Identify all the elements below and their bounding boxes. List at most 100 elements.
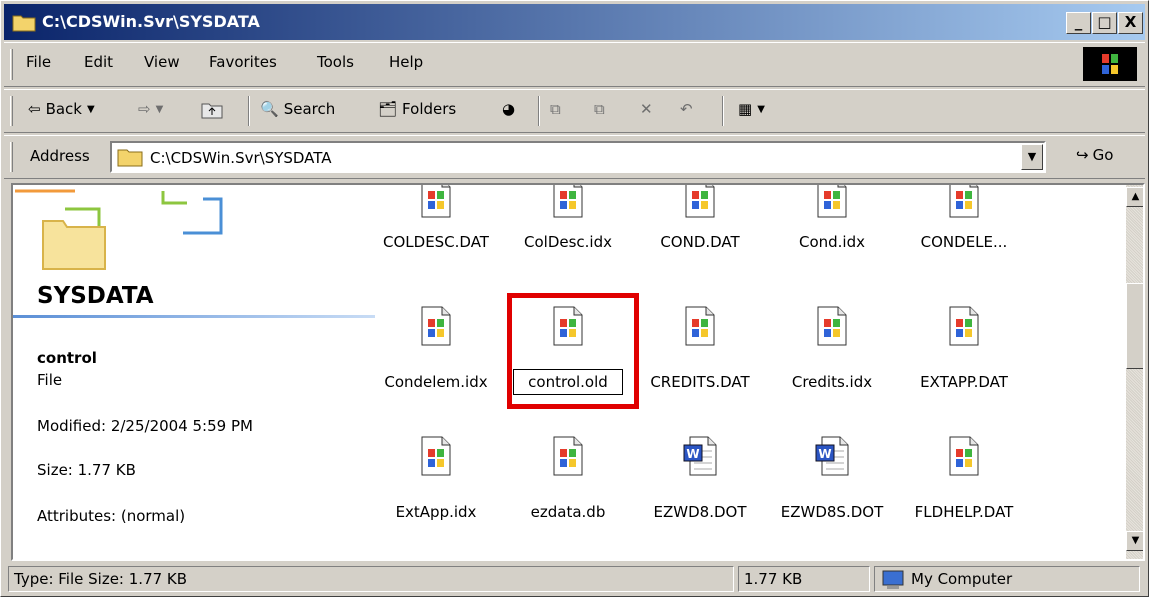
modified-date: Modified: 2/25/2004 5:59 PM — [37, 417, 253, 435]
windows-file-icon — [946, 185, 982, 219]
selected-file-type: File — [37, 371, 63, 389]
go-arrow-icon: ↪ — [1076, 146, 1089, 164]
folders-label: Folders — [402, 100, 457, 118]
toolbar-separator — [722, 96, 724, 126]
status-main: Type: File Size: 1.77 KB — [8, 566, 734, 592]
go-button[interactable]: ↪ Go — [1076, 146, 1113, 164]
zone-label: My Computer — [911, 570, 1013, 588]
address-grip — [10, 142, 13, 172]
file-label: COLDESC.DAT — [383, 233, 489, 251]
copy-to-button[interactable]: ⧉ — [594, 100, 605, 118]
folder-banner-icon — [15, 189, 223, 270]
back-button[interactable]: ⇦ Back ▼ — [28, 100, 95, 118]
up-folder-icon — [201, 103, 223, 119]
go-label: Go — [1092, 146, 1114, 164]
menu-favorites[interactable]: Favorites — [209, 53, 277, 71]
windows-file-icon — [814, 185, 850, 219]
file-item[interactable]: Cond.idx — [765, 185, 899, 285]
window-title: C:\CDSWin.Svr\SYSDATA — [42, 12, 260, 31]
status-bar: Type: File Size: 1.77 KB 1.77 KB My Comp… — [4, 564, 1145, 594]
folders-button[interactable]: 🗂 Folders — [378, 100, 456, 118]
file-item[interactable]: FLDHELP.DAT — [897, 425, 1031, 525]
file-label: Credits.idx — [791, 373, 873, 391]
history-button[interactable]: ◕ — [502, 100, 515, 118]
address-label: Address — [30, 147, 90, 165]
back-arrow-icon: ⇦ — [28, 100, 41, 118]
file-label: COND.DAT — [660, 233, 740, 251]
svg-text:W: W — [686, 447, 699, 461]
file-item[interactable]: W EZWD8S.DOT — [765, 425, 899, 525]
file-size: Size: 1.77 KB — [37, 461, 136, 479]
search-button[interactable]: 🔍 Search — [260, 100, 335, 118]
close-button[interactable]: X — [1118, 12, 1143, 34]
chevron-down-icon: ▼ — [87, 103, 95, 115]
windows-file-icon — [682, 305, 718, 347]
file-item[interactable]: EXTAPP.DAT — [897, 295, 1031, 395]
back-label: Back — [45, 100, 82, 118]
details-pane: SYSDATA control File Modified: 2/25/2004… — [13, 185, 383, 559]
move-to-button[interactable]: ⧉ — [550, 100, 561, 118]
file-item[interactable]: CREDITS.DAT — [633, 295, 767, 395]
file-label: CONDELE... — [920, 233, 1008, 251]
file-item[interactable]: Credits.idx — [765, 295, 899, 395]
menu-file[interactable]: File — [26, 53, 51, 71]
menu-edit[interactable]: Edit — [84, 53, 113, 71]
file-item[interactable]: COLDESC.DAT — [369, 185, 503, 285]
explorer-window: C:\CDSWin.Svr\SYSDATA _ □ X File Edit Vi… — [0, 0, 1149, 597]
file-item[interactable]: ezdata.db — [501, 425, 635, 525]
windows-file-icon — [814, 305, 850, 347]
windows-file-icon — [418, 305, 454, 347]
folders-icon: 🗂 — [378, 100, 398, 118]
up-folder-button[interactable] — [200, 100, 224, 120]
file-item[interactable]: CONDELE... — [897, 185, 1031, 285]
scroll-down-button[interactable]: ▼ — [1126, 531, 1143, 551]
windows-file-icon — [418, 185, 454, 219]
address-bar: Address C:\CDSWin.Svr\SYSDATA ▼ ↪ Go — [4, 135, 1145, 179]
menu-view[interactable]: View — [144, 53, 180, 71]
menu-grip — [10, 49, 13, 80]
menu-tools[interactable]: Tools — [317, 53, 354, 71]
title-underline — [13, 315, 375, 318]
my-computer-icon — [882, 570, 904, 589]
scroll-up-button[interactable]: ▲ — [1126, 187, 1143, 207]
windows-logo-icon — [1083, 47, 1137, 81]
word-document-icon: W — [682, 435, 718, 477]
views-button[interactable]: ▦ ▼ — [738, 100, 765, 118]
file-label: Condelem.idx — [384, 373, 488, 391]
maximize-button[interactable]: □ — [1092, 12, 1117, 34]
folder-icon — [117, 149, 143, 167]
views-icon: ▦ — [738, 100, 753, 118]
forward-button[interactable]: ⇨ ▼ — [138, 100, 163, 118]
file-label: CREDITS.DAT — [650, 373, 750, 391]
address-dropdown-button[interactable]: ▼ — [1021, 144, 1043, 170]
undo-button[interactable]: ↶ — [680, 100, 693, 118]
file-item[interactable]: Condelem.idx — [369, 295, 503, 395]
title-bar[interactable]: C:\CDSWin.Svr\SYSDATA _ □ X — [4, 4, 1145, 40]
delete-button[interactable]: ✕ — [640, 100, 653, 118]
file-label: EXTAPP.DAT — [920, 373, 1008, 391]
svg-text:W: W — [818, 447, 831, 461]
minimize-button[interactable]: _ — [1066, 12, 1091, 34]
file-item[interactable]: ColDesc.idx — [501, 185, 635, 285]
search-label: Search — [283, 100, 336, 118]
selection-highlight — [507, 293, 639, 409]
address-input[interactable]: C:\CDSWin.Svr\SYSDATA ▼ — [110, 141, 1046, 173]
scroll-thumb[interactable] — [1126, 283, 1143, 369]
file-item[interactable]: W EZWD8.DOT — [633, 425, 767, 525]
file-item[interactable]: ExtApp.idx — [369, 425, 503, 525]
file-label: EZWD8S.DOT — [780, 503, 884, 521]
file-label: FLDHELP.DAT — [914, 503, 1014, 521]
file-label: ColDesc.idx — [524, 233, 612, 251]
status-zone: My Computer — [874, 566, 1140, 592]
windows-file-icon — [946, 435, 982, 477]
arrow-down-icon: ▼ — [1131, 535, 1140, 546]
windows-file-icon — [550, 435, 586, 477]
menu-help[interactable]: Help — [389, 53, 423, 71]
word-document-icon: W — [814, 435, 850, 477]
folder-icon — [12, 15, 36, 32]
file-label: ezdata.db — [530, 503, 606, 521]
vertical-scrollbar[interactable]: ▲ ▼ — [1126, 185, 1143, 559]
file-item[interactable]: COND.DAT — [633, 185, 767, 285]
windows-file-icon — [682, 185, 718, 219]
arrow-up-icon: ▲ — [1131, 191, 1140, 202]
